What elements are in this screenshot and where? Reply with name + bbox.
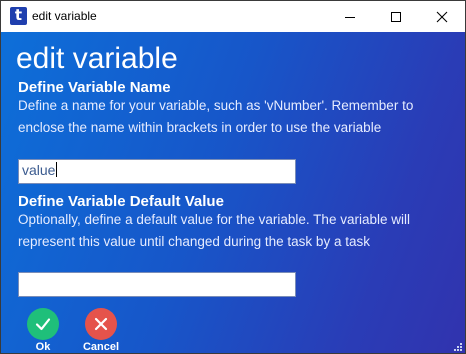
cancel-circle [85, 308, 117, 340]
title-bar[interactable]: t edit variable [1, 1, 465, 32]
ok-label: Ok [35, 341, 51, 353]
resize-grip-icon[interactable] [453, 342, 463, 352]
window-title: edit variable [32, 9, 97, 23]
check-icon [35, 318, 51, 331]
page-heading: edit variable [16, 42, 178, 75]
name-section-description: Define a name for your variable, such as… [18, 98, 414, 135]
close-button[interactable] [419, 1, 465, 32]
ok-circle [27, 308, 59, 340]
close-icon [436, 11, 448, 22]
default-value-input[interactable] [18, 272, 296, 297]
edit-variable-window: t edit variable edit variable Define Var… [0, 0, 466, 354]
text-caret [56, 162, 58, 177]
maximize-button[interactable] [373, 1, 419, 32]
cancel-button[interactable]: Cancel [81, 308, 121, 353]
minimize-button[interactable] [327, 1, 373, 32]
ok-button[interactable]: Ok [23, 308, 63, 353]
maximize-icon [391, 11, 401, 22]
variable-name-input[interactable]: value [18, 159, 296, 184]
app-logo-icon: t [10, 7, 27, 25]
dialog-content: edit variable Define Variable Name Defin… [1, 32, 465, 353]
x-icon [94, 317, 108, 331]
variable-name-value: value [22, 162, 56, 178]
minimize-icon [345, 16, 355, 18]
cancel-label: Cancel [82, 341, 120, 353]
default-section-description: Optionally, define a default value for t… [18, 212, 410, 249]
